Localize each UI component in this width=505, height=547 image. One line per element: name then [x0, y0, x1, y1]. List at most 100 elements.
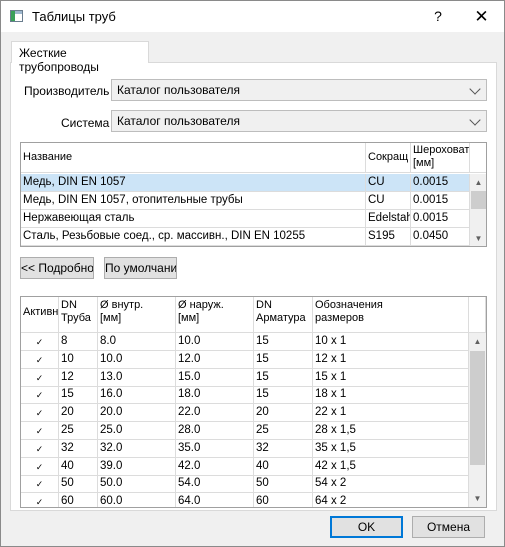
table-cell[interactable]: Медь, DIN EN 1057, отопительные трубы — [21, 192, 366, 210]
column-header[interactable]: Сокращ — [366, 143, 411, 173]
table-cell[interactable]: 40 — [254, 457, 313, 476]
table-cell[interactable]: 60 — [254, 493, 313, 507]
table-cell[interactable]: 12 — [59, 368, 98, 387]
table-cell[interactable]: 15 — [254, 333, 313, 351]
table-cell[interactable]: 16.0 — [98, 386, 176, 405]
table-cell[interactable]: 20 — [59, 404, 98, 423]
column-header[interactable]: Ø внутр. [мм] — [98, 297, 176, 333]
column-header[interactable]: Название — [21, 143, 366, 173]
scrollbar-thumb[interactable] — [470, 351, 485, 465]
table-cell[interactable]: 15 — [254, 386, 313, 405]
table-cell[interactable]: 0.0015 — [411, 174, 470, 192]
column-header[interactable]: Ø наруж. [мм] — [176, 297, 254, 333]
active-checkbox[interactable]: ✓ — [21, 333, 59, 351]
scroll-up-icon[interactable]: ▲ — [470, 174, 486, 191]
table-cell[interactable]: 50.0 — [98, 475, 176, 494]
table-cell[interactable]: 28.0 — [176, 422, 254, 440]
column-header[interactable]: DN Арматура — [254, 297, 313, 333]
table-cell[interactable]: Edelstahl — [366, 210, 411, 228]
table-cell[interactable]: 39.0 — [98, 457, 176, 476]
active-checkbox[interactable]: ✓ — [21, 368, 59, 387]
table-cell[interactable]: 20.0 — [98, 404, 176, 423]
table-cell[interactable]: 15 — [254, 350, 313, 369]
details-button[interactable]: << Подробно — [20, 257, 94, 279]
column-header[interactable]: DN Труба — [59, 297, 98, 333]
active-checkbox[interactable]: ✓ — [21, 350, 59, 369]
active-checkbox[interactable]: ✓ — [21, 404, 59, 423]
manufacturer-label: Производитель — [24, 84, 110, 98]
active-checkbox[interactable]: ✓ — [21, 422, 59, 440]
active-checkbox[interactable]: ✓ — [21, 386, 59, 405]
table-cell[interactable]: 15 x 1 — [313, 368, 469, 387]
table-cell[interactable]: 10 x 1 — [313, 333, 469, 351]
tab-rigid-pipes[interactable]: Жесткие трубопроводы — [11, 41, 149, 74]
table-cell[interactable]: 12.0 — [176, 350, 254, 369]
ok-button[interactable]: OK — [330, 516, 403, 538]
column-header[interactable]: Обозначения размеров — [313, 297, 469, 333]
system-select[interactable]: Каталог пользователя — [111, 110, 487, 132]
table-cell[interactable]: 35 x 1,5 — [313, 439, 469, 458]
table-cell[interactable]: 18 x 1 — [313, 386, 469, 405]
table-cell[interactable]: Нержавеющая сталь — [21, 210, 366, 228]
table-cell[interactable]: 8.0 — [98, 333, 176, 351]
table-cell[interactable]: Сталь, Резьбовые соед., ср. массивн., DI… — [21, 228, 366, 246]
table-cell[interactable]: 10.0 — [98, 350, 176, 369]
table-cell[interactable]: 0.0450 — [411, 228, 470, 246]
table-cell[interactable]: 25 — [254, 422, 313, 440]
table-cell[interactable]: Медь, DIN EN 1057 — [21, 174, 366, 192]
table-cell[interactable]: 25 — [59, 422, 98, 440]
table-cell[interactable]: 35.0 — [176, 439, 254, 458]
active-checkbox[interactable]: ✓ — [21, 475, 59, 494]
table-cell[interactable]: 42.0 — [176, 457, 254, 476]
table-cell[interactable]: 32 — [59, 439, 98, 458]
table-cell[interactable]: 28 x 1,5 — [313, 422, 469, 440]
table-cell[interactable]: 15 — [59, 386, 98, 405]
scroll-down-icon[interactable]: ▼ — [470, 230, 486, 246]
scroll-up-icon[interactable]: ▲ — [469, 333, 486, 350]
table-cell[interactable]: 13.0 — [98, 368, 176, 387]
table-cell[interactable]: 0.0015 — [411, 210, 470, 228]
table-cell[interactable]: 54 x 2 — [313, 475, 469, 494]
table-cell[interactable]: 18.0 — [176, 386, 254, 405]
table-cell[interactable]: 10 — [59, 350, 98, 369]
cancel-button[interactable]: Отмена — [412, 516, 485, 538]
active-checkbox[interactable]: ✓ — [21, 493, 59, 507]
default-button[interactable]: По умолчанию — [104, 257, 177, 279]
table-cell[interactable]: 42 x 1,5 — [313, 457, 469, 476]
active-checkbox[interactable]: ✓ — [21, 457, 59, 476]
table-cell[interactable]: 12 x 1 — [313, 350, 469, 369]
table-cell[interactable]: 22 x 1 — [313, 404, 469, 423]
table-cell[interactable]: 40 — [59, 457, 98, 476]
table-cell[interactable]: 32 — [254, 439, 313, 458]
help-button[interactable]: ? — [423, 1, 453, 32]
table-cell[interactable]: 64 x 2 — [313, 493, 469, 507]
table-cell[interactable]: CU — [366, 174, 411, 192]
table-cell[interactable]: 32.0 — [98, 439, 176, 458]
table-cell[interactable]: CU — [366, 192, 411, 210]
vertical-scrollbar[interactable]: ▲ ▼ — [470, 174, 486, 246]
table-cell[interactable]: 20 — [254, 404, 313, 423]
table-cell[interactable]: 60 — [59, 493, 98, 507]
chevron-down-icon — [469, 114, 481, 126]
scrollbar-thumb[interactable] — [471, 191, 486, 209]
column-header[interactable]: Активн — [21, 297, 59, 333]
table-cell[interactable]: 15.0 — [176, 368, 254, 387]
close-button[interactable]: ✕ — [459, 1, 504, 32]
active-checkbox[interactable]: ✓ — [21, 439, 59, 458]
column-header[interactable]: Шероховат [мм] — [411, 143, 470, 173]
table-cell[interactable]: 10.0 — [176, 333, 254, 351]
table-cell[interactable]: 25.0 — [98, 422, 176, 440]
table-cell[interactable]: 8 — [59, 333, 98, 351]
table-cell[interactable]: 0.0015 — [411, 192, 470, 210]
table-cell[interactable]: 60.0 — [98, 493, 176, 507]
table-cell[interactable]: 50 — [254, 475, 313, 494]
table-cell[interactable]: 50 — [59, 475, 98, 494]
manufacturer-select[interactable]: Каталог пользователя — [111, 79, 487, 101]
table-cell[interactable]: 54.0 — [176, 475, 254, 494]
table-cell[interactable]: 22.0 — [176, 404, 254, 423]
table-cell[interactable]: 64.0 — [176, 493, 254, 507]
table-cell[interactable]: S195 — [366, 228, 411, 246]
scroll-down-icon[interactable]: ▼ — [469, 490, 486, 507]
table-cell[interactable]: 15 — [254, 368, 313, 387]
vertical-scrollbar[interactable]: ▲ ▼ — [469, 333, 486, 507]
